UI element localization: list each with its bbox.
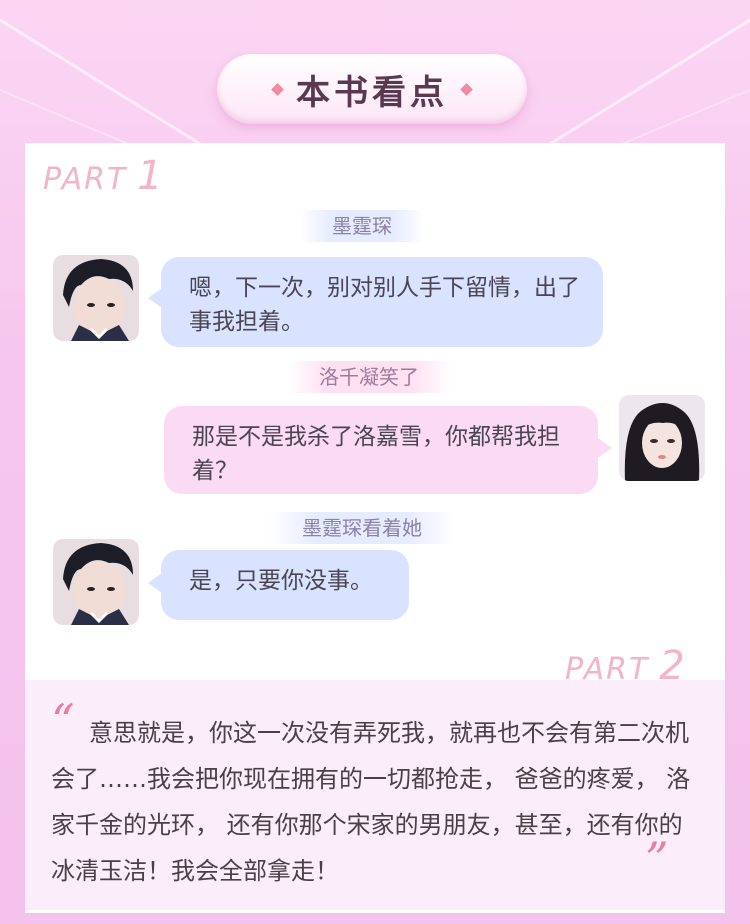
male-avatar [53, 255, 139, 341]
chat-bubble: 嗯，下一次，别对别人手下留情，出了事我担着。 [161, 257, 603, 347]
title-badge: 本书看点 [217, 54, 527, 124]
part-1-label: PART 1 [43, 153, 165, 199]
speaker-tag: 墨霆琛看着她 [270, 512, 454, 544]
quote-text: 意思就是，你这一次没有弄死我，就再也不会有第二次机会了……我会把你现在拥有的一切… [51, 719, 691, 885]
diamond-icon [271, 82, 284, 96]
diamond-icon [460, 82, 473, 96]
close-quote-icon: ” [645, 832, 669, 886]
chat-bubble: 那是不是我杀了洛嘉雪，你都帮我担着？ [164, 406, 598, 494]
quote-box: “ 意思就是，你这一次没有弄死我，就再也不会有第二次机会了……我会把你现在拥有的… [25, 680, 725, 910]
page-title: 本书看点 [296, 72, 448, 113]
speaker-tag: 洛千凝笑了 [287, 361, 451, 393]
male-avatar [53, 539, 139, 625]
speaker-tag: 墨霆琛 [300, 210, 424, 242]
female-avatar [619, 395, 705, 481]
chat-bubble: 是，只要你没事。 [161, 550, 409, 620]
